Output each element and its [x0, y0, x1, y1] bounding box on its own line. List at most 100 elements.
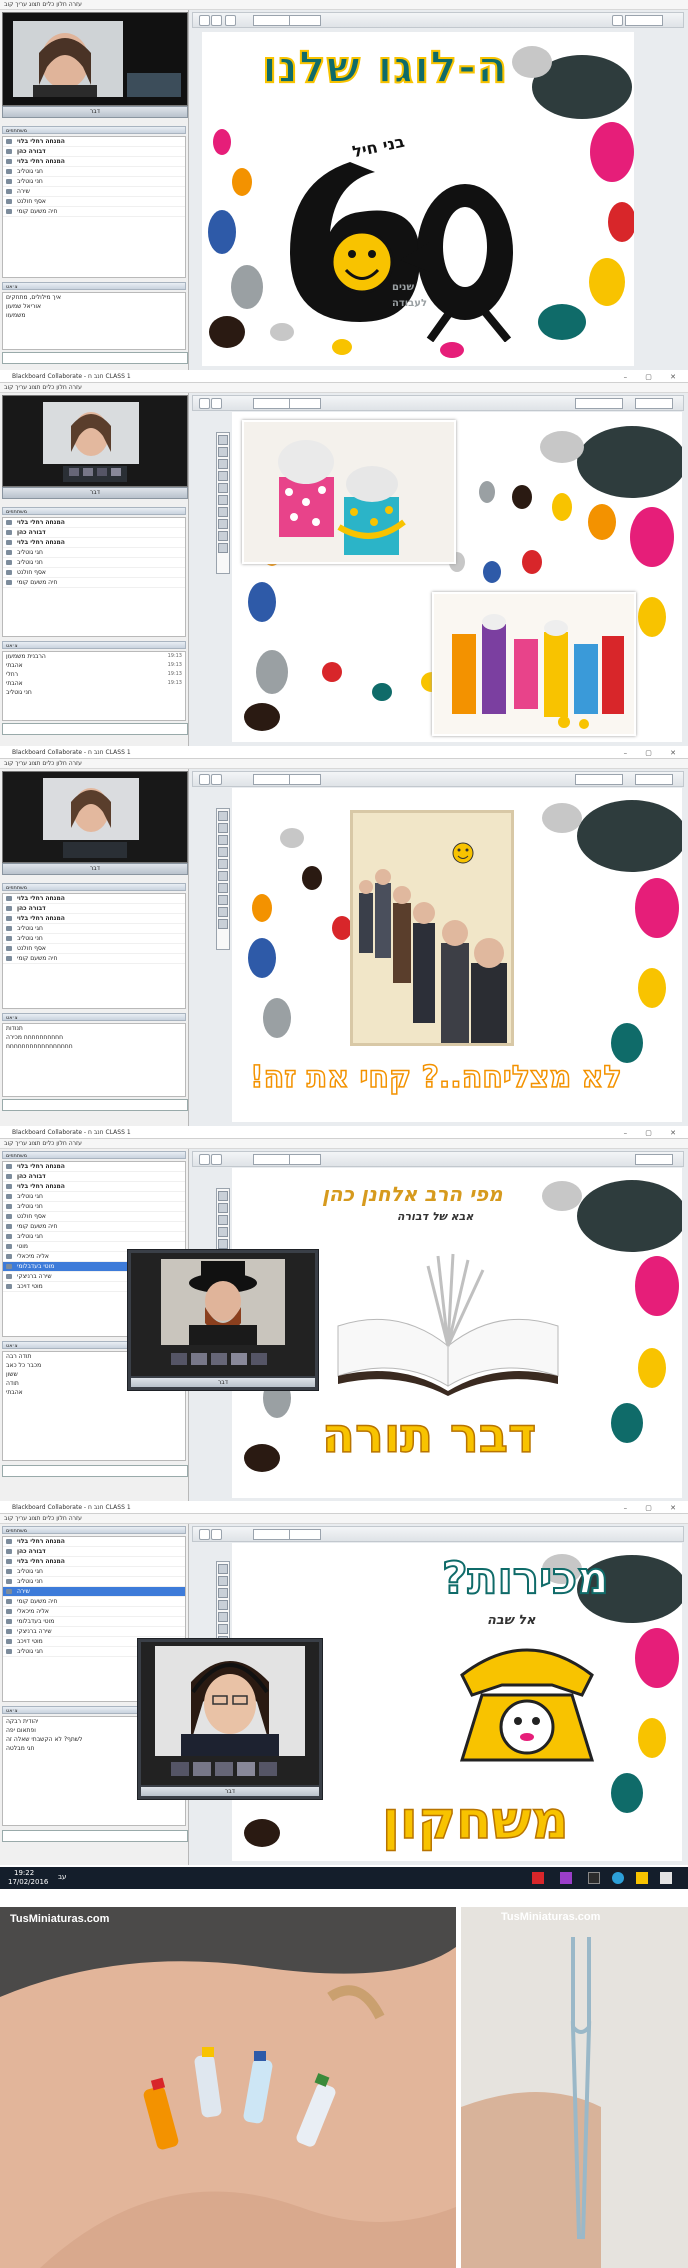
tool-button[interactable]	[211, 15, 222, 26]
zoom-select[interactable]	[253, 398, 291, 409]
participant-row[interactable]: מוטי בעדבלומי	[3, 1617, 185, 1627]
participant-list[interactable]: המנחה רחלי בלוי דבורה כהן המנחה רחלי בלוי ח…	[2, 893, 186, 1009]
participant-row[interactable]: אסף חולנט	[3, 1212, 185, 1222]
talk-button[interactable]: דבר	[2, 106, 188, 118]
panel-tabs[interactable]	[2, 1113, 186, 1121]
page-select[interactable]	[289, 398, 321, 409]
window-controls[interactable]: – ▢ ✕	[624, 1503, 684, 1513]
participant-row[interactable]: דבורה כהן	[3, 528, 185, 538]
zoom-select[interactable]	[253, 774, 291, 785]
participant-list[interactable]: המנחה רחלי בלוי דבורה כהן המנחה רחלי בלוי ח…	[2, 517, 186, 637]
popout-video-window[interactable]: דבר	[137, 1638, 323, 1800]
window-controls[interactable]: – ▢ ✕	[624, 748, 684, 758]
ellipse-tool-icon[interactable]	[218, 871, 228, 881]
participant-row[interactable]: המנחה רחלי בלוי	[3, 1537, 185, 1547]
participant-row[interactable]: חגי גוטליב	[3, 1567, 185, 1577]
rect-tool-icon[interactable]	[218, 1239, 228, 1249]
zoom-select[interactable]	[253, 1154, 291, 1165]
participant-row[interactable]: חיה משעם קומי	[3, 954, 185, 964]
pen-tool-icon[interactable]	[218, 447, 228, 457]
participant-row[interactable]: חני גוטליב	[3, 177, 185, 187]
participant-row[interactable]: חיה משעם קומי	[3, 578, 185, 588]
whiteboard-tools[interactable]	[216, 808, 230, 950]
participant-row[interactable]: חיה משעם קומי	[3, 1222, 185, 1232]
participant-row[interactable]: חגי גוטליב	[3, 924, 185, 934]
participant-row[interactable]: המנחה רחלי בלוי	[3, 1557, 185, 1567]
select-tool-icon[interactable]	[218, 811, 228, 821]
line-tool-icon[interactable]	[218, 1227, 228, 1237]
chat-input[interactable]	[2, 1099, 188, 1111]
line-tool-icon[interactable]	[218, 847, 228, 857]
taskbar-app-icon[interactable]	[612, 1872, 624, 1884]
participant-row[interactable]: אליה מיכאלי	[3, 1607, 185, 1617]
tool-button[interactable]	[612, 15, 623, 26]
tool-button[interactable]	[199, 774, 210, 785]
tool-button[interactable]	[199, 1154, 210, 1165]
talk-button[interactable]: דבר	[2, 487, 188, 499]
panel-tabs[interactable]	[2, 1844, 186, 1852]
participant-row[interactable]: המנחה רחלי בלוי	[3, 137, 185, 147]
participant-row[interactable]: שירה ברניצקי	[3, 1627, 185, 1637]
clipart-tool-icon[interactable]	[218, 531, 228, 541]
select-tool-icon[interactable]	[218, 1564, 228, 1574]
window-controls[interactable]: – ▢ ✕	[624, 372, 684, 382]
talk-button[interactable]: דבר	[131, 1378, 315, 1387]
participant-row[interactable]: חגי גוטליב	[3, 1192, 185, 1202]
tool-button[interactable]	[211, 1154, 222, 1165]
participant-row[interactable]: חגי גוטליב	[3, 1232, 185, 1242]
participant-row[interactable]: המנחה רחלי בלוי	[3, 518, 185, 528]
ellipse-tool-icon[interactable]	[218, 495, 228, 505]
taskbar-app-icon[interactable]	[588, 1872, 600, 1884]
chat-input[interactable]	[2, 723, 188, 735]
taskbar-app-icon[interactable]	[532, 1872, 544, 1884]
participant-row[interactable]: המנחה רחלי בלוי	[3, 1162, 185, 1172]
line-tool-icon[interactable]	[218, 471, 228, 481]
eraser-tool-icon[interactable]	[218, 883, 228, 893]
taskbar-app-icon[interactable]	[560, 1872, 572, 1884]
chat-input[interactable]	[2, 1465, 188, 1477]
tool-button[interactable]	[225, 15, 236, 26]
panel-tabs[interactable]	[2, 1479, 186, 1487]
participant-row[interactable]: המנחה רחלי בלוי	[3, 538, 185, 548]
talk-button[interactable]: דבר	[2, 863, 188, 875]
menu-bar[interactable]: עזרה חלון כלים תצוג עריך קוב	[0, 383, 688, 393]
mode-button[interactable]	[635, 774, 673, 785]
menu-bar[interactable]: עזרה חלון כלים תצוג עריך קוב	[0, 0, 688, 10]
page-select[interactable]	[289, 1154, 321, 1165]
tool-button[interactable]	[211, 1529, 222, 1540]
participant-row[interactable]: חני גוטליב	[3, 1577, 185, 1587]
chat-input[interactable]	[2, 1830, 188, 1842]
participant-row[interactable]: שירה	[3, 1587, 185, 1597]
participant-row[interactable]: אסף חולנט	[3, 568, 185, 578]
screenshot-tool-icon[interactable]	[218, 543, 228, 553]
image-tool-icon[interactable]	[218, 895, 228, 905]
talk-button[interactable]: דבר	[141, 1787, 319, 1796]
participant-row[interactable]: המנחה רחלי בלוי	[3, 157, 185, 167]
rect-tool-icon[interactable]	[218, 483, 228, 493]
participant-row[interactable]: דבורה כהן	[3, 147, 185, 157]
share-button[interactable]	[625, 15, 663, 26]
participant-row[interactable]: חיה משעם קומי	[3, 207, 185, 217]
participant-row[interactable]: דבורה כהן	[3, 1547, 185, 1557]
window-controls[interactable]: – ▢ ✕	[624, 1128, 684, 1138]
participant-row[interactable]: חגי גוטליב	[3, 167, 185, 177]
tool-button[interactable]	[211, 774, 222, 785]
screenshot-tool-icon[interactable]	[218, 919, 228, 929]
participant-row[interactable]: חיה משעם קומי	[3, 1597, 185, 1607]
line-tool-icon[interactable]	[218, 1600, 228, 1610]
participant-row[interactable]: המנחה רחלי בלוי	[3, 914, 185, 924]
participant-row[interactable]: דבורה כהן	[3, 904, 185, 914]
participant-row[interactable]: המנחה רחלי בלוי	[3, 1182, 185, 1192]
select-tool-icon[interactable]	[218, 1191, 228, 1201]
rect-tool-icon[interactable]	[218, 859, 228, 869]
ellipse-tool-icon[interactable]	[218, 1624, 228, 1634]
text-tool-icon[interactable]	[218, 1215, 228, 1225]
text-tool-icon[interactable]	[218, 459, 228, 469]
menu-bar[interactable]: עזרה חלון כלים תצוג עריך קוב	[0, 759, 688, 769]
mode-button[interactable]	[635, 398, 673, 409]
rect-tool-icon[interactable]	[218, 1612, 228, 1622]
participant-row[interactable]: חני גוטליב	[3, 1202, 185, 1212]
zoom-select[interactable]	[253, 15, 291, 26]
chat-input[interactable]	[2, 352, 188, 364]
tool-button[interactable]	[199, 398, 210, 409]
